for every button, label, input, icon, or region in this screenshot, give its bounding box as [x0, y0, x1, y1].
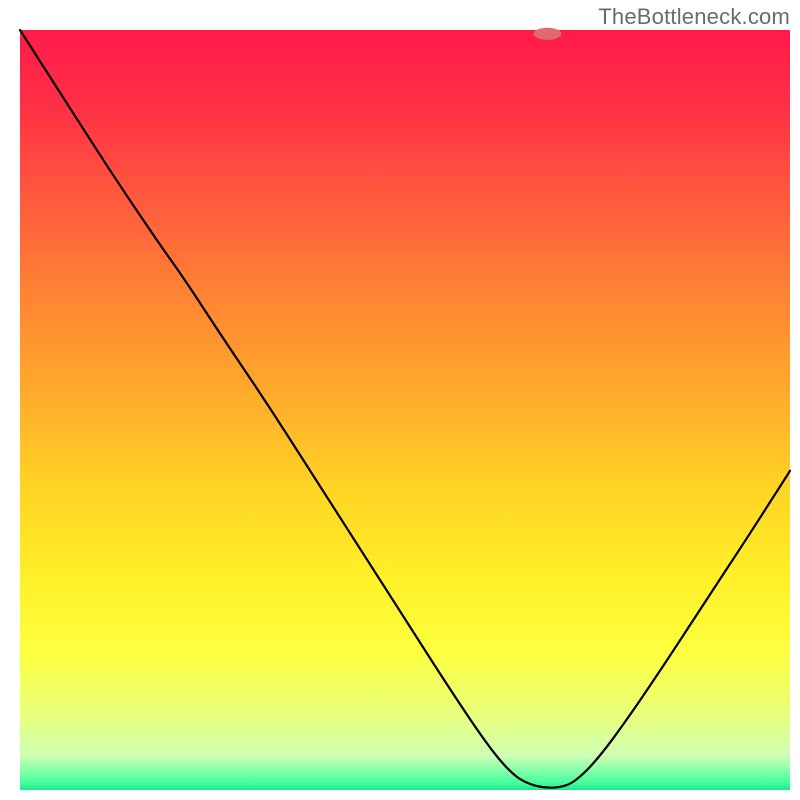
optimum-marker — [533, 28, 561, 40]
chart-svg — [0, 0, 800, 800]
chart-stage: TheBottleneck.com — [0, 0, 800, 800]
chart-background — [20, 30, 790, 790]
